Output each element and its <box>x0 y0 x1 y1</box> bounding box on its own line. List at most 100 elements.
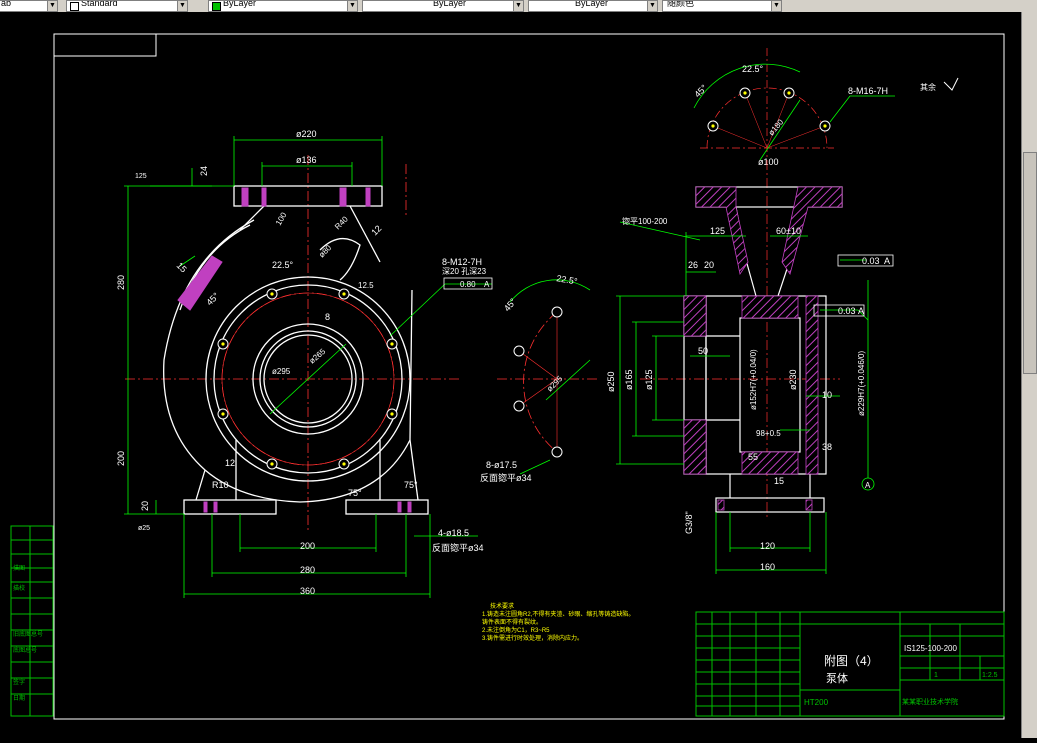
dim-label: 0.03 <box>862 256 880 266</box>
note-line: 3.铸件需进行时效处理，消除内应力。 <box>482 634 583 642</box>
dim-label: A <box>865 481 871 490</box>
notes-title: 技术要求 <box>490 602 514 610</box>
dim-label: 60±10 <box>776 226 801 236</box>
scale-value: 1:2.5 <box>982 672 998 679</box>
dim-label: ø295 <box>545 374 565 394</box>
dim-label: A <box>884 256 890 266</box>
dim-label: G3/8" <box>684 511 694 534</box>
dim-label: 15 <box>774 476 784 486</box>
dim-label: 125 <box>710 226 725 236</box>
dim-label: 125 <box>135 173 147 180</box>
part-name: 泵体 <box>826 671 848 685</box>
dim-label: ø265 <box>308 347 328 366</box>
dim-label: 100 <box>274 210 289 227</box>
text-style-combo[interactable]: Standard ▼ <box>66 0 188 12</box>
dim-label: ø100 <box>758 157 779 167</box>
dim-label: 120 <box>760 541 775 551</box>
lineweight-control-value: ByLayer <box>575 0 609 8</box>
dim-label: 0.80 <box>460 280 476 289</box>
dim-label: 75° <box>404 480 418 490</box>
side-label: 描图 <box>13 564 25 572</box>
dim-label: ø80 <box>317 243 334 260</box>
chevron-down-icon[interactable]: ▼ <box>177 1 187 11</box>
vertical-scrollbar[interactable] <box>1021 12 1037 738</box>
dim-label: ø25 <box>138 525 150 532</box>
side-label: 描校 <box>13 584 25 592</box>
note-line: 2.未注倒角为C1，R3~R5 <box>482 626 550 634</box>
dim-label: A <box>858 306 864 316</box>
dim-label: ø230 <box>788 369 798 390</box>
dim-label: 98+0.5 <box>756 429 781 438</box>
chevron-down-icon[interactable]: ▼ <box>47 1 57 11</box>
side-label: 旧底图总号 <box>13 630 43 638</box>
dim-label: 4-ø18.5 <box>438 528 469 538</box>
dim-label: 锪平100-200 <box>622 216 668 226</box>
dim-label: 22.5° <box>272 260 294 270</box>
side-label-strip <box>10 525 54 717</box>
dim-label: ø220 <box>296 129 317 139</box>
color-swatch-icon <box>212 2 221 11</box>
corner-label-box <box>53 33 157 57</box>
technical-notes: 技术要求 1.铸造未注圆角R2,不得有夹渣、砂眼、缩孔等铸造缺陷。 铸件表面不得… <box>482 602 634 642</box>
dim-label: 8-M12-7H <box>442 257 482 267</box>
chevron-down-icon[interactable]: ▼ <box>771 1 781 11</box>
dim-label: ø295 <box>272 367 291 376</box>
chevron-down-icon[interactable]: ▼ <box>347 1 357 11</box>
side-label: 签字 <box>13 678 25 686</box>
dim-label: 0.03 <box>838 306 856 316</box>
dim-label: ø125 <box>644 369 654 390</box>
plot-style-combo[interactable]: 随颜色 ▼ <box>662 0 782 12</box>
side-label: 日期 <box>13 694 25 702</box>
dim-label: 26 <box>688 260 698 270</box>
dim-label: ø136 <box>296 155 317 165</box>
dim-label: 20 <box>140 501 150 511</box>
drawing-canvas[interactable]: 描图 描校 旧底图总号 底图总号 签字 日期 ø220 ø136 24 125 … <box>0 12 1022 738</box>
dim-label: ø152H7(+0.04/0) <box>749 349 758 410</box>
drawing-title: 附图（4） <box>824 654 879 668</box>
note-line: 铸件表面不得有裂纹。 <box>482 618 542 626</box>
dim-label: 8-ø17.5 <box>486 460 517 470</box>
dim-label: 360 <box>300 586 315 596</box>
flange-view: 22.5° 45° 8-M16-7H ø180 ø100 其余 <box>692 48 959 167</box>
dim-label: R40 <box>333 214 350 231</box>
dim-label: 12 <box>369 223 383 237</box>
dim-label: 160 <box>760 562 775 572</box>
dim-label: 45° <box>692 82 709 99</box>
dim-label: 反面锪平ø34 <box>432 542 484 553</box>
dim-label: A <box>484 280 490 289</box>
quantity-value: 1 <box>934 672 938 679</box>
scrollbar-thumb[interactable] <box>1023 152 1037 374</box>
drawing-number: IS125-100-200 <box>904 644 957 653</box>
dim-label: 38 <box>822 442 832 452</box>
dim-label: ø165 <box>624 369 634 390</box>
lineweight-control-combo[interactable]: ByLayer ▼ <box>528 0 658 12</box>
linetype-control-combo[interactable]: ByLayer ▼ <box>362 0 524 12</box>
note-line: 1.铸造未注圆角R2,不得有夹渣、砂眼、缩孔等铸造缺陷。 <box>482 610 634 618</box>
dim-label: 50 <box>698 346 708 356</box>
dim-label: 22.5° <box>742 64 764 74</box>
school-name: 某某职业技术学院 <box>902 697 958 706</box>
dim-label: 22.5° <box>556 273 579 287</box>
color-control-value: ByLayer <box>223 0 257 8</box>
dim-label: 45° <box>204 290 221 307</box>
dim-label: 深20 孔深23 <box>442 267 487 276</box>
chevron-down-icon[interactable]: ▼ <box>647 1 657 11</box>
text-style-icon <box>70 2 79 11</box>
dim-label: 15 <box>175 260 189 274</box>
dim-label: 12 <box>225 458 235 468</box>
material: HT200 <box>804 698 829 707</box>
side-label: 底图总号 <box>13 646 37 654</box>
layer-combo[interactable]: ab ▼ <box>0 0 58 12</box>
dim-label: 10 <box>822 390 832 400</box>
color-control-combo[interactable]: ByLayer ▼ <box>208 0 358 12</box>
dim-label: ø180 <box>767 117 786 137</box>
hole-pattern-view: 22.5° 45° 8-ø17.5 反面锪平ø34 ø295 <box>480 273 600 483</box>
roughness-icon <box>943 77 959 91</box>
dim-label: R10 <box>212 480 229 490</box>
chevron-down-icon[interactable]: ▼ <box>513 1 523 11</box>
dim-label: 8 <box>325 312 330 322</box>
dim-label: 200 <box>116 451 126 466</box>
front-view: ø220 ø136 24 125 280 200 20 200 280 360 … <box>116 129 493 598</box>
text-style-value: Standard <box>81 0 118 8</box>
dim-label: 其余 <box>920 82 936 92</box>
